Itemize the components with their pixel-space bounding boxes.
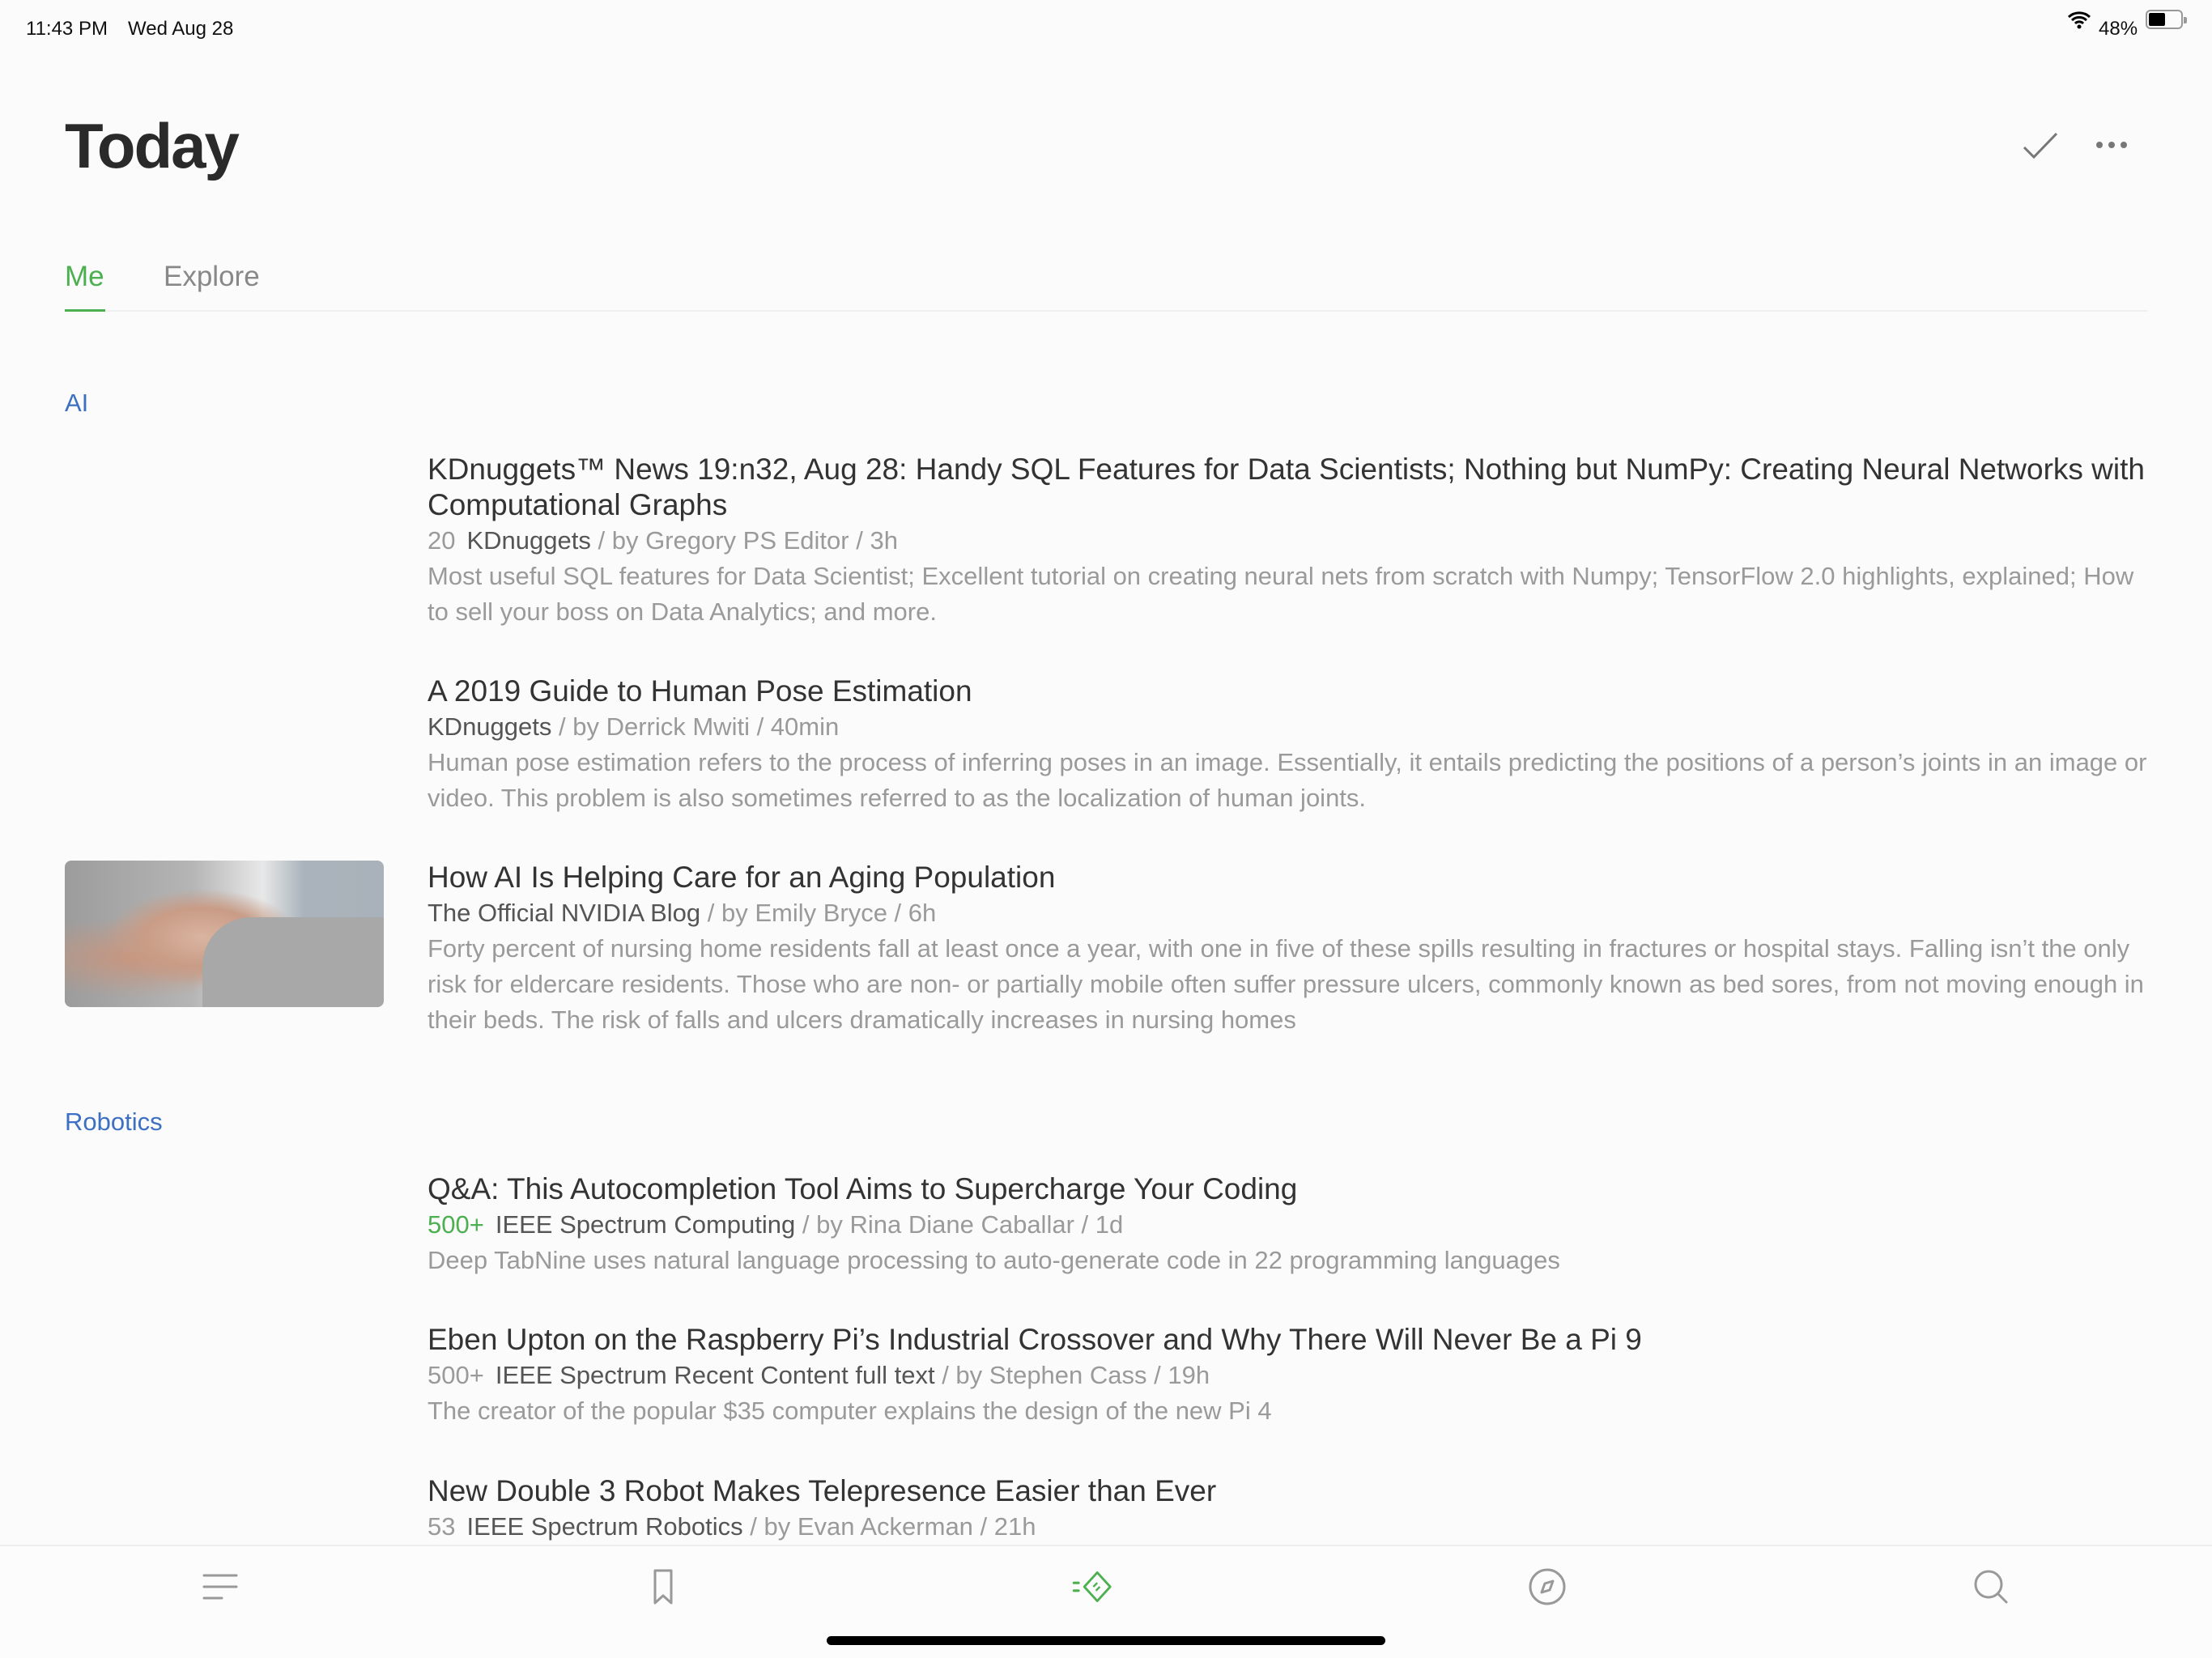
article-meta: KDnuggets / by Derrick Mwiti / 40min <box>428 709 2152 745</box>
article-byline: / by Emily Bryce / 6h <box>700 899 937 927</box>
wifi-icon <box>2067 11 2091 29</box>
article-meta: 53 IEEE Spectrum Robotics / by Evan Acker… <box>428 1509 2152 1545</box>
article-item[interactable]: Eben Upton on the Raspberry Pi’s Industr… <box>428 1322 2152 1429</box>
article-item[interactable]: How AI Is Helping Care for an Aging Popu… <box>428 860 2152 1038</box>
read-count: 53 <box>428 1512 456 1541</box>
article-summary: The creator of the popular $35 computer … <box>428 1397 1272 1425</box>
status-date: Wed Aug 28 <box>128 18 234 40</box>
article-title[interactable]: KDnuggets™ News 19:n32, Aug 28: Handy SQ… <box>428 452 2152 523</box>
read-count: 500+ <box>428 1361 484 1389</box>
battery-percent: 48% <box>2099 18 2138 40</box>
article-meta: 500+ IEEE Spectrum Computing / by Rina Di… <box>428 1207 2152 1243</box>
article-title[interactable]: A 2019 Guide to Human Pose Estimation <box>428 674 2152 709</box>
article-summary: Most useful SQL features for Data Scient… <box>428 562 2134 626</box>
article-byline: / by Derrick Mwiti / 40min <box>551 712 840 741</box>
bookmark-icon[interactable] <box>640 1564 686 1609</box>
menu-icon[interactable] <box>198 1564 243 1609</box>
article-title[interactable]: Q&A: This Autocompletion Tool Aims to Su… <box>428 1171 2152 1207</box>
home-indicator[interactable] <box>827 1636 1385 1645</box>
article-source[interactable]: IEEE Spectrum Recent Content full text <box>496 1361 935 1389</box>
compass-icon[interactable] <box>1525 1564 1570 1609</box>
read-count: 500+ <box>428 1210 484 1239</box>
tab-divider <box>65 310 2147 312</box>
article-meta: 500+ IEEE Spectrum Recent Content full te… <box>428 1358 2152 1393</box>
active-tab-indicator <box>65 309 105 312</box>
article-summary: Human pose estimation refers to the proc… <box>428 748 2147 812</box>
article-byline: / by Rina Diane Caballar / 1d <box>795 1210 1124 1239</box>
article-title[interactable]: How AI Is Helping Care for an Aging Popu… <box>428 860 2152 895</box>
search-icon[interactable] <box>1967 1564 2013 1609</box>
tab-explore[interactable]: Explore <box>164 261 260 293</box>
more-options-icon[interactable] <box>2095 139 2128 151</box>
article-summary: Deep TabNine uses natural language proce… <box>428 1246 1560 1274</box>
battery-icon <box>2146 10 2187 29</box>
article-byline: / by Stephen Cass / 19h <box>934 1361 1210 1389</box>
article-source[interactable]: KDnuggets <box>428 712 551 741</box>
article-summary: Forty percent of nursing home residents … <box>428 934 2144 1034</box>
article-byline: / by Evan Ackerman / 21h <box>742 1512 1036 1541</box>
article-source[interactable]: IEEE Spectrum Computing <box>496 1210 795 1239</box>
feedly-today-icon[interactable] <box>1069 1564 1114 1609</box>
article-meta: The Official NVIDIA Blog / by Emily Bryc… <box>428 895 2152 931</box>
article-source[interactable]: IEEE Spectrum Robotics <box>466 1512 742 1541</box>
section-header-ai[interactable]: AI <box>65 389 88 418</box>
status-time: 11:43 PM <box>26 18 108 40</box>
article-meta: 20 KDnuggets / by Gregory PS Editor / 3h <box>428 523 2152 559</box>
article-item[interactable]: Q&A: This Autocompletion Tool Aims to Su… <box>428 1171 2152 1278</box>
section-header-robotics[interactable]: Robotics <box>65 1107 163 1137</box>
mark-read-check-icon[interactable] <box>2022 131 2059 160</box>
article-thumbnail[interactable] <box>65 861 384 1007</box>
article-title[interactable]: New Double 3 Robot Makes Telepresence Ea… <box>428 1473 2152 1509</box>
article-item[interactable]: KDnuggets™ News 19:n32, Aug 28: Handy SQ… <box>428 452 2152 630</box>
article-source[interactable]: The Official NVIDIA Blog <box>428 899 700 927</box>
tab-me[interactable]: Me <box>65 261 104 293</box>
article-byline: / by Gregory PS Editor / 3h <box>590 526 898 555</box>
read-count: 20 <box>428 526 456 555</box>
page-title: Today <box>65 110 240 181</box>
article-item[interactable]: A 2019 Guide to Human Pose Estimation KD… <box>428 674 2152 816</box>
article-item[interactable]: New Double 3 Robot Makes Telepresence Ea… <box>428 1473 2152 1545</box>
article-title[interactable]: Eben Upton on the Raspberry Pi’s Industr… <box>428 1322 2152 1358</box>
article-source[interactable]: KDnuggets <box>466 526 590 555</box>
